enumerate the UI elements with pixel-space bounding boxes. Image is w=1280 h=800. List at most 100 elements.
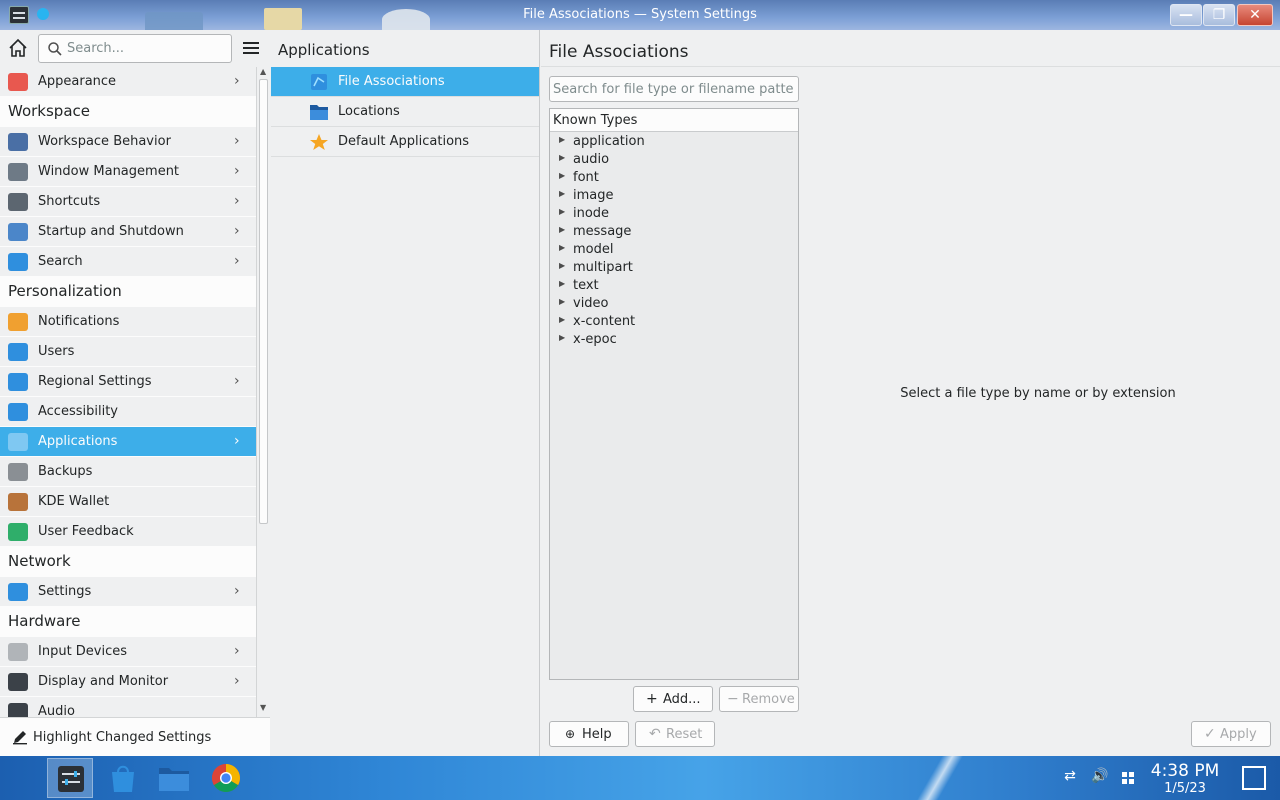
module-item-default-applications[interactable]: Default Applications [271,127,539,157]
sidebar-item-applications[interactable]: Applications › [0,427,256,457]
subpanel-title: Applications [278,41,370,59]
sidebar-item-input-devices[interactable]: Input Devices › [0,637,256,667]
sidebar-item-accessibility[interactable]: Accessibility [0,397,256,427]
bell-icon [8,313,28,331]
expand-arrow-icon[interactable]: ▶ [559,279,565,288]
home-button[interactable] [6,36,30,60]
settings-app-icon [58,766,84,792]
section-label: Hardware [8,612,81,630]
sidebar-category-list[interactable]: Appearance › Workspace Workspace Behavior › W… [0,67,256,717]
highlight-changed-settings-button[interactable]: Highlight Changed Settings [0,717,270,756]
apply-button[interactable]: ✓ Apply [1191,721,1271,747]
maximize-button[interactable]: ❐ [1203,4,1235,26]
tree-item[interactable]: ▶ font [550,169,798,187]
taskbar-chrome[interactable] [203,758,249,798]
tree-item[interactable]: ▶ video [550,295,798,313]
file-associations-page: File Associations Search for file type o… [541,30,1280,756]
undo-icon: ↶ [649,726,661,742]
expand-arrow-icon[interactable]: ▶ [559,333,565,342]
sidebar-item-window-management[interactable]: Window Management › [0,157,256,187]
expand-arrow-icon[interactable]: ▶ [559,315,565,324]
window-titlebar[interactable]: File Associations — System Settings — ❐ … [0,0,1280,30]
tree-item-label: audio [573,152,610,167]
section-label: Workspace [8,102,90,120]
expand-arrow-icon[interactable]: ▶ [559,243,565,252]
sidebar-item-startup-and-shutdown[interactable]: Startup and Shutdown › [0,217,256,247]
window-management-icon [8,163,28,181]
taskbar-file-manager[interactable] [151,758,197,798]
sidebar-item-appearance[interactable]: Appearance › [0,67,256,97]
tree-item[interactable]: ▶ x-epoc [550,331,798,349]
remove-button[interactable]: − Remove [719,686,799,712]
expand-arrow-icon[interactable]: ▶ [559,207,565,216]
tree-item[interactable]: ▶ multipart [550,259,798,277]
sidebar-item-regional-settings[interactable]: Regional Settings › [0,367,256,397]
expand-arrow-icon[interactable]: ▶ [559,261,565,270]
minimize-button[interactable]: — [1170,4,1202,26]
sidebar-item-users[interactable]: Users [0,337,256,367]
file-type-search-placeholder: Search for file type or filename patter.… [553,82,793,97]
module-item-file-associations[interactable]: File Associations [271,67,539,97]
sidebar-item-audio[interactable]: Audio [0,697,256,717]
tree-item[interactable]: ▶ message [550,223,798,241]
tree-item[interactable]: ▶ text [550,277,798,295]
sidebar-item-label: Search [38,254,83,269]
hamburger-menu-button[interactable] [240,37,262,59]
sidebar-item-kde-wallet[interactable]: KDE Wallet [0,487,256,517]
add-label: Add... [663,692,701,707]
sidebar-item-shortcuts[interactable]: Shortcuts › [0,187,256,217]
sidebar-item-notifications[interactable]: Notifications [0,307,256,337]
sidebar-search-input[interactable]: Search... [38,34,232,63]
tree-item[interactable]: ▶ application [550,133,798,151]
app-grid-icon[interactable] [1118,768,1138,788]
module-item-label: File Associations [338,74,445,89]
scrollbar-thumb[interactable] [259,79,268,524]
volume-icon[interactable]: 🔊 [1090,768,1110,788]
close-button[interactable]: ✕ [1237,4,1273,26]
tree-item-label: video [573,296,609,311]
sidebar-item-backups[interactable]: Backups [0,457,256,487]
show-desktop-button[interactable] [1242,766,1266,790]
tree-item-label: multipart [573,260,633,275]
tree-item[interactable]: ▶ image [550,187,798,205]
plus-icon: + [646,691,658,707]
sidebar-item-user-feedback[interactable]: User Feedback [0,517,256,547]
applications-icon [8,433,28,451]
wallpaper-swoosh [900,756,980,800]
sidebar-item-settings[interactable]: Settings › [0,577,256,607]
sidebar-item-search[interactable]: Search › [0,247,256,277]
expand-arrow-icon[interactable]: ▶ [559,135,565,144]
taskbar-discover[interactable] [100,758,146,798]
keyboard-icon [8,193,28,211]
clock-date[interactable]: 1/5/23 [1140,781,1230,796]
tree-item[interactable]: ▶ x-content [550,313,798,331]
sidebar-item-display-and-monitor[interactable]: Display and Monitor › [0,667,256,697]
window-title: File Associations — System Settings [523,7,757,22]
chevron-right-icon: › [234,223,240,239]
tree-item-label: inode [573,206,610,221]
clock-time[interactable]: 4:38 PM [1140,761,1230,781]
scroll-down-icon[interactable]: ▼ [260,703,266,712]
module-item-locations[interactable]: Locations [271,97,539,127]
add-button[interactable]: + Add... [633,686,713,712]
expand-arrow-icon[interactable]: ▶ [559,153,565,162]
highlight-changed-label: Highlight Changed Settings [33,730,212,745]
tree-column-header[interactable]: Known Types [550,109,798,132]
tree-item[interactable]: ▶ model [550,241,798,259]
expand-arrow-icon[interactable]: ▶ [559,171,565,180]
expand-arrow-icon[interactable]: ▶ [559,189,565,198]
tree-item[interactable]: ▶ audio [550,151,798,169]
scroll-up-icon[interactable]: ▲ [260,67,266,76]
network-icon[interactable]: ⇄ [1060,768,1080,788]
taskbar-system-settings[interactable] [47,758,93,798]
close-icon: ✕ [1249,7,1261,23]
sidebar-item-workspace-behavior[interactable]: Workspace Behavior › [0,127,256,157]
expand-arrow-icon[interactable]: ▶ [559,297,565,306]
known-types-tree[interactable]: Known Types ▶ application ▶ audio ▶ font ▶ imag… [549,108,799,680]
reset-button[interactable]: ↶ Reset [635,721,715,747]
expand-arrow-icon[interactable]: ▶ [559,225,565,234]
help-button[interactable]: ⊕ Help [549,721,629,747]
tree-item[interactable]: ▶ inode [550,205,798,223]
file-type-search-input[interactable]: Search for file type or filename patter.… [549,76,799,102]
sidebar-scrollbar[interactable]: ▲ ▼ [256,67,270,717]
